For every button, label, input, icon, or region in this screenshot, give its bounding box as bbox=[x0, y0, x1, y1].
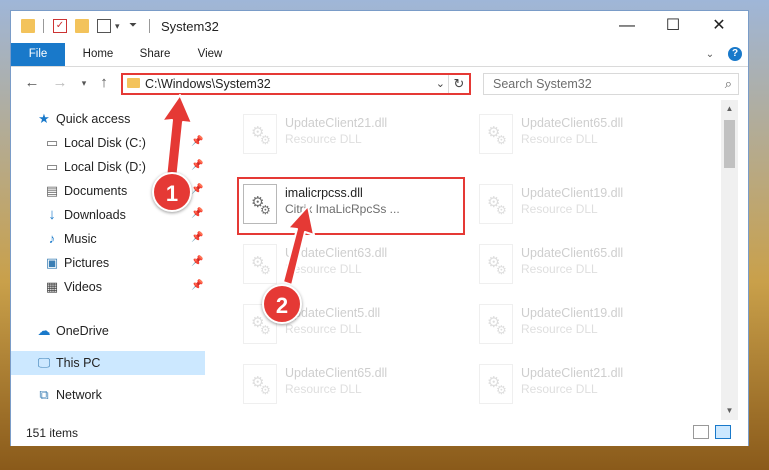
arrow-to-address-bar bbox=[161, 94, 193, 180]
step-1-badge: 1 bbox=[152, 172, 192, 212]
annotation-arrows bbox=[161, 94, 315, 286]
step-2-badge: 2 bbox=[262, 284, 302, 324]
arrow-to-file bbox=[282, 205, 315, 286]
